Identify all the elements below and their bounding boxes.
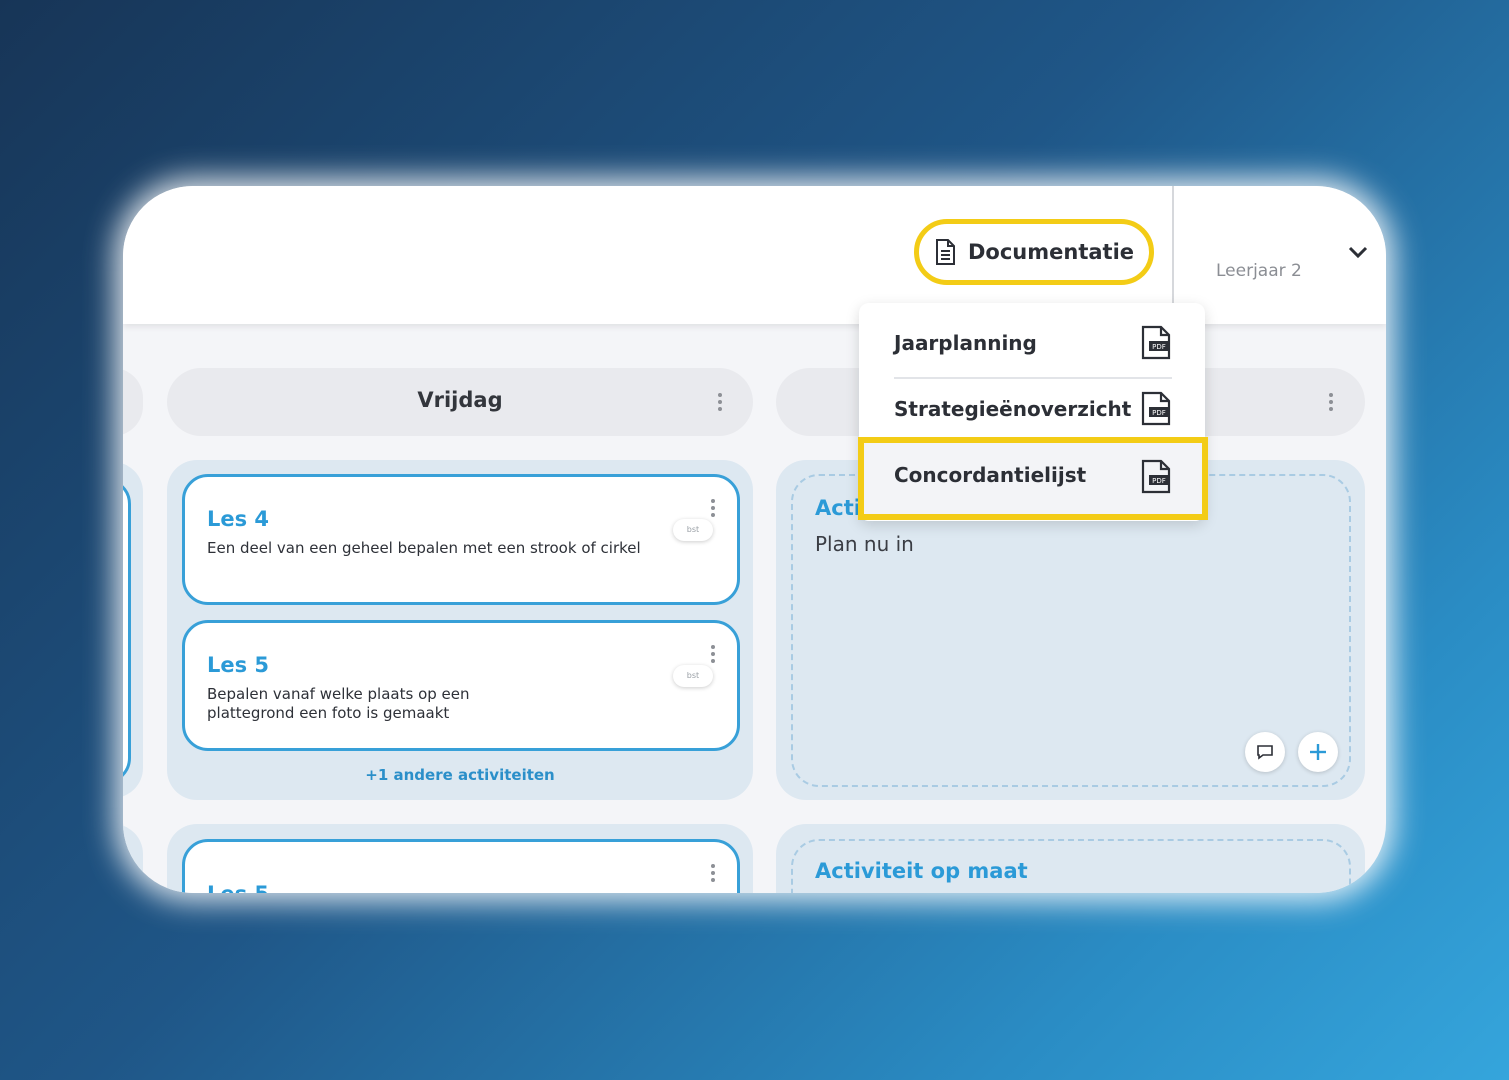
svg-text:PDF: PDF (1152, 477, 1166, 485)
more-activities-link[interactable]: +1 andere activiteiten (167, 766, 753, 784)
card-menu-icon[interactable] (711, 499, 715, 520)
day-panel-previous-2 (123, 824, 143, 893)
dropdown-item-label: Strategieënoverzicht (894, 397, 1132, 421)
day-menu-icon[interactable] (1329, 393, 1333, 414)
dropdown-item-concordantielijst[interactable]: Concordantielijst PDF (858, 437, 1208, 520)
day-header-previous (123, 368, 143, 436)
lesson-title: Les 5 (207, 653, 270, 677)
app-window: Documentatie Leerjaar 2 Vrijdag Les 4 Ee… (123, 186, 1386, 893)
documentation-label: Documentatie (967, 240, 1135, 264)
day-name: Vrijdag (417, 388, 503, 412)
pdf-icon: PDF (1141, 325, 1171, 360)
lesson-title: Les 4 (207, 507, 270, 531)
activity-title: Acti (815, 496, 861, 520)
documentation-button[interactable]: Documentatie (914, 219, 1154, 285)
dropdown-item-label: Jaarplanning (894, 331, 1037, 355)
dropdown-item-label: Concordantielijst (894, 463, 1087, 487)
plan-now-label: Plan nu in (815, 532, 914, 556)
svg-text:PDF: PDF (1152, 343, 1166, 351)
pdf-icon: PDF (1141, 459, 1171, 494)
lesson-card[interactable]: Les 5 Bepalen vanaf welke plaats op een … (182, 620, 740, 751)
comment-button[interactable] (1245, 732, 1285, 772)
lesson-card[interactable]: Les 5 (182, 839, 740, 893)
document-icon (935, 239, 955, 265)
lesson-badge: bst (673, 665, 713, 687)
add-activity-button[interactable] (1298, 732, 1338, 772)
lesson-card-previous[interactable] (123, 478, 131, 784)
pdf-icon: PDF (1141, 391, 1171, 426)
card-menu-icon[interactable] (711, 864, 715, 885)
card-menu-icon[interactable] (711, 645, 715, 666)
dropdown-item-jaarplanning[interactable]: Jaarplanning PDF (859, 311, 1205, 375)
day-header-friday: Vrijdag (167, 368, 753, 436)
lesson-badge: bst (673, 519, 713, 541)
comment-icon (1257, 745, 1273, 760)
activity-dropzone[interactable]: Activiteit op maat (791, 839, 1351, 893)
day-menu-icon[interactable] (718, 393, 722, 414)
lesson-title: Les 5 (207, 882, 269, 893)
lesson-description: Bepalen vanaf welke plaats op een platte… (207, 685, 470, 722)
activity-title: Activiteit op maat (815, 859, 1028, 883)
lesson-card[interactable]: Les 4 Een deel van een geheel bepalen me… (182, 474, 740, 605)
lesson-description: Een deel van een geheel bepalen met een … (207, 539, 641, 557)
svg-text:PDF: PDF (1152, 409, 1166, 417)
plus-icon (1310, 744, 1326, 760)
chevron-down-icon[interactable] (1347, 244, 1369, 260)
dropdown-item-strategieenoverzicht[interactable]: Strategieënoverzicht PDF (859, 377, 1205, 441)
grade-label[interactable]: Leerjaar 2 (1216, 261, 1302, 281)
